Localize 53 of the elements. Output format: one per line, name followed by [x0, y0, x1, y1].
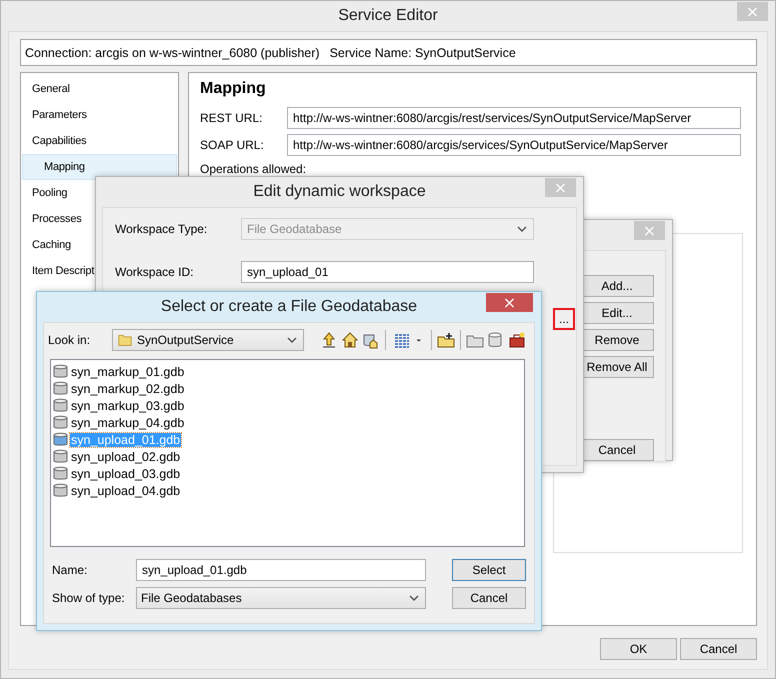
url-field[interactable]: http://w-ws-wintner:6080/arcgis/rest/services/SynOutputService/MapServer	[287, 107, 741, 129]
file-item[interactable]: syn_markup_01.gdb	[70, 364, 186, 378]
sidebar-item[interactable]: General	[22, 76, 177, 102]
dialog-title: Select or create a File Geodatabase	[160, 298, 418, 316]
caret-icon	[287, 337, 297, 344]
toolbox-icon[interactable]	[508, 331, 526, 349]
database-icon	[53, 432, 68, 447]
database-icon	[53, 415, 68, 430]
sidebar-item[interactable]: Mapping	[22, 154, 177, 180]
sidebar-item[interactable]: Capabilities	[22, 128, 177, 154]
look-in-dropdown[interactable]: SynOutputService	[112, 329, 304, 351]
url-field[interactable]: http://w-ws-wintner:6080/arcgis/services/SynOutputService/MapServer	[287, 134, 741, 156]
database-icon	[53, 483, 68, 498]
service-name-text: Service Name: SynOutputService	[330, 46, 516, 60]
field-label: REST URL:	[200, 111, 264, 125]
database-icon	[53, 466, 68, 481]
file-item[interactable]: syn_markup_03.gdb	[70, 398, 186, 412]
field-label: Show of type:	[52, 591, 126, 605]
workspace-id-field[interactable]: syn_upload_01	[241, 261, 534, 283]
name-field[interactable]: syn_upload_01.gdb	[136, 559, 426, 581]
file-type-dropdown[interactable]: File Geodatabases	[136, 587, 426, 609]
database-icon	[53, 449, 68, 464]
dialog-button[interactable]: Cancel	[452, 587, 526, 609]
field-label: Look in:	[48, 333, 92, 347]
field-label: Workspace Type:	[114, 222, 208, 236]
file-item[interactable]: syn_markup_02.gdb	[70, 382, 186, 396]
file-item[interactable]: syn_markup_04.gdb	[70, 416, 186, 430]
caret-icon	[409, 595, 419, 602]
operations-label: Operations allowed:	[200, 162, 308, 176]
dialog-title: Edit dynamic workspace	[253, 183, 426, 201]
caret-icon	[517, 226, 527, 233]
close-button[interactable]: ×	[486, 293, 533, 312]
sidebar-item[interactable]: Parameters	[22, 102, 177, 128]
database-icon	[53, 364, 68, 379]
file-item[interactable]: syn_upload_04.gdb	[70, 484, 182, 498]
file-item[interactable]: syn_upload_03.gdb	[70, 466, 182, 480]
new-folder-icon[interactable]	[437, 331, 455, 349]
dialog-button[interactable]: Cancel	[680, 638, 757, 660]
database-icon	[53, 381, 68, 396]
dialog-button[interactable]: Select	[452, 559, 526, 581]
window-title: Service Editor	[338, 7, 438, 25]
field-label: Workspace ID:	[114, 265, 194, 279]
browse-button[interactable]: ...	[553, 308, 575, 330]
database-icon	[53, 398, 68, 413]
panel-heading: Mapping	[200, 80, 267, 99]
home-icon[interactable]	[341, 331, 359, 349]
up-arrow-icon[interactable]	[320, 331, 338, 349]
dialog-button[interactable]: OK	[600, 638, 677, 660]
field-label: Name:	[52, 563, 88, 577]
file-item[interactable]: syn_upload_02.gdb	[70, 450, 182, 464]
folder-icon	[117, 333, 133, 347]
connection-text: Connection: arcgis on w-ws-wintner_6080 (publisher)	[25, 46, 320, 60]
field-label: SOAP URL:	[200, 138, 265, 152]
